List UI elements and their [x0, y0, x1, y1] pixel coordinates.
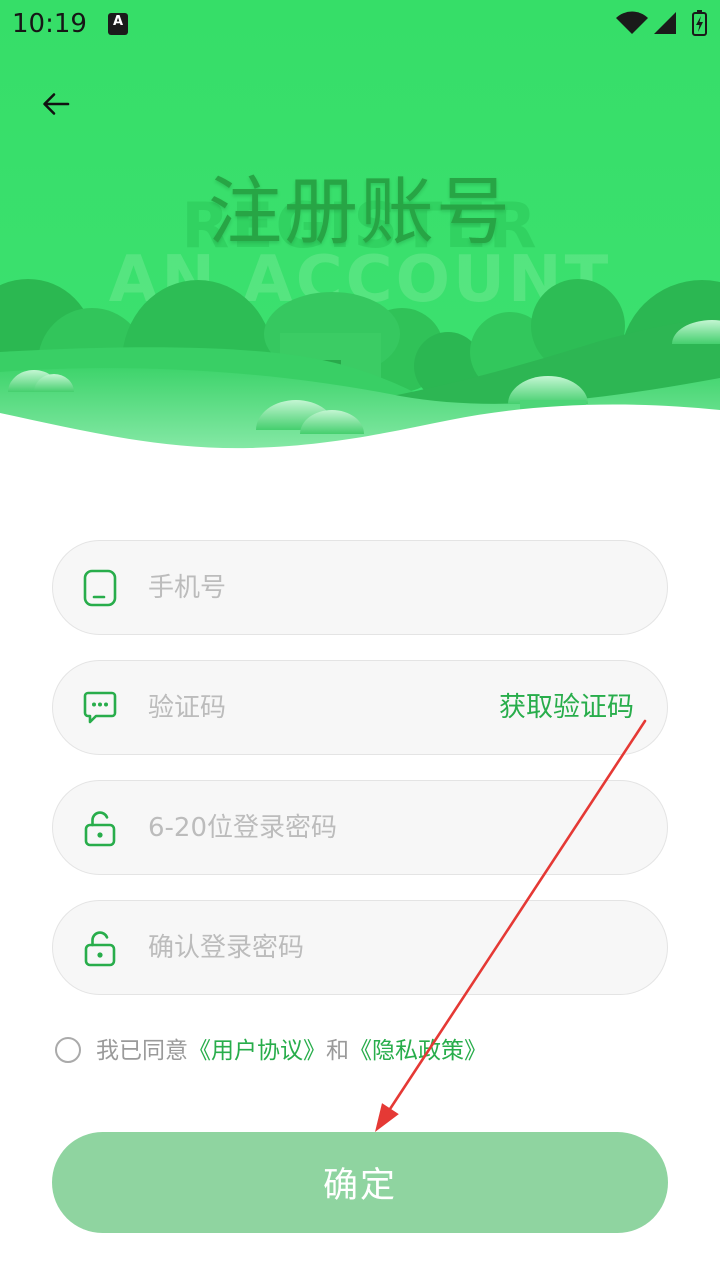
- user-agreement-link[interactable]: 《用户协议》: [188, 1038, 326, 1064]
- status-time: 10:19: [12, 9, 87, 39]
- privacy-policy-link[interactable]: 《隐私政策》: [349, 1038, 487, 1064]
- agreement-conjunction: 和: [326, 1038, 349, 1064]
- confirm-password-input[interactable]: [148, 901, 618, 994]
- message-icon: [83, 689, 117, 727]
- back-button[interactable]: [38, 86, 74, 122]
- register-page: REGISTER AN ACCOUNT 注册账号 10:19 A 手机号 验证码…: [0, 0, 720, 1280]
- agreement-checkbox[interactable]: [55, 1037, 81, 1063]
- phone-input[interactable]: [148, 541, 618, 634]
- phone-icon: [83, 569, 117, 607]
- lock-icon: [83, 929, 117, 967]
- header-banner: REGISTER AN ACCOUNT 注册账号: [0, 0, 720, 460]
- wifi-icon: [616, 11, 648, 35]
- confirm-password-field[interactable]: [52, 900, 668, 995]
- confirm-button[interactable]: 确定: [52, 1132, 668, 1233]
- battery-charging-icon: [692, 10, 707, 36]
- status-bar: 10:19 A: [0, 0, 720, 48]
- lock-icon: [83, 809, 117, 847]
- phone-field[interactable]: [52, 540, 668, 635]
- verification-code-field[interactable]: 获取验证码: [52, 660, 668, 755]
- agreement-prefix: 我已同意: [96, 1038, 188, 1064]
- notification-app-icon: A: [108, 13, 128, 35]
- password-field[interactable]: [52, 780, 668, 875]
- agreement-text: 我已同意《用户协议》和《隐私政策》: [96, 1036, 487, 1066]
- arrow-left-icon: [43, 93, 70, 115]
- get-verification-code-button[interactable]: 获取验证码: [499, 661, 634, 754]
- signal-icon: [654, 12, 676, 34]
- verification-code-input[interactable]: [148, 661, 448, 754]
- password-input[interactable]: [148, 781, 618, 874]
- system-icons: [616, 10, 707, 36]
- page-title: 注册账号: [208, 169, 512, 255]
